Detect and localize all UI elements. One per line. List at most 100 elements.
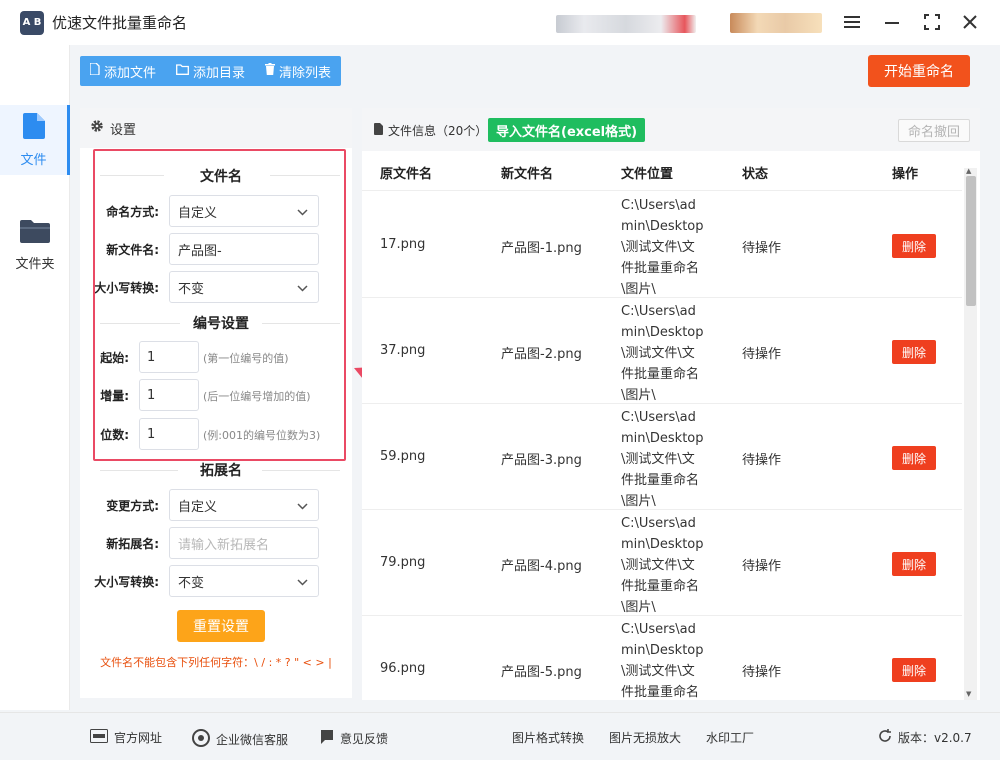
column-new-name: 新文件名 — [501, 167, 554, 182]
scrollbar-thumb[interactable] — [966, 176, 976, 306]
file-info-panel: 文件信息（20个） 导入文件名(excel格式) 命名撤回 原文件名 新文件名 … — [362, 108, 980, 700]
undo-rename-button[interactable]: 命名撤回 — [898, 119, 970, 142]
start-rename-button[interactable]: 开始重命名 — [868, 55, 970, 87]
column-original-name: 原文件名 — [380, 167, 433, 182]
status-text: 待操作 — [742, 665, 782, 680]
file-location-line: \测试文件\文 — [621, 558, 695, 573]
file-location: C:\Users\ad min\Desktop \测试文件\文 件批量重命名 \图片\ — [621, 195, 711, 300]
change-mode-select[interactable]: 自定义 — [169, 489, 319, 521]
file-location-line: min\Desktop — [621, 431, 704, 446]
file-location: C:\Users\ad min\Desktop \测试文件\文 件批量重命名 \图片\ — [621, 513, 711, 618]
close-icon[interactable] — [958, 10, 982, 34]
file-info-header: 文件信息（20个） 导入文件名(excel格式) 命名撤回 — [362, 108, 980, 151]
minimize-icon[interactable] — [880, 10, 904, 34]
settings-header: 设置 — [80, 108, 352, 148]
new-extension-input[interactable]: 请输入新拓展名 — [169, 527, 319, 559]
wechat-support-link[interactable]: 企业微信客服 — [192, 729, 288, 750]
file-location-line: \测试文件\文 — [621, 240, 695, 255]
website-link[interactable]: 官方网址 — [90, 729, 162, 746]
nav-item-folder[interactable]: 文件夹 — [0, 210, 70, 280]
watermark-link[interactable]: 水印工厂 — [706, 729, 754, 746]
original-filename: 17.png — [380, 237, 426, 252]
file-location-line: C:\Users\ad — [621, 516, 696, 531]
menu-icon[interactable] — [840, 10, 864, 34]
table-row: 37.png 产品图-2.png C:\Users\ad min\Desktop \测试… — [362, 298, 962, 404]
file-location-line: min\Desktop — [621, 219, 704, 234]
chevron-down-icon — [297, 575, 308, 590]
new-filename: 产品图-5.png — [501, 665, 582, 680]
feedback-icon — [320, 729, 334, 748]
chevron-down-icon — [297, 499, 308, 514]
file-location-line: C:\Users\ad — [621, 622, 696, 637]
extension-section-title: 拓展名 — [200, 463, 242, 479]
feedback-link[interactable]: 意见反馈 — [320, 729, 388, 748]
table-scrollbar[interactable]: ▲ ▼ — [964, 167, 977, 700]
column-action: 操作 — [892, 167, 919, 182]
file-location: C:\Users\ad min\Desktop \测试文件\文 件批量重命名 \图片\ — [621, 301, 711, 406]
file-location-line: 件批量重命名 — [621, 685, 700, 700]
blurred-account-badge — [730, 13, 822, 33]
file-location-line: min\Desktop — [621, 325, 704, 340]
file-location: C:\Users\ad min\Desktop \测试文件\文 件批量重命名 — [621, 619, 711, 700]
file-location-line: \测试文件\文 — [621, 664, 695, 679]
extension-case-select[interactable]: 不变 — [169, 565, 319, 597]
delete-button[interactable]: 删除 — [892, 552, 936, 576]
delete-button[interactable]: 删除 — [892, 658, 936, 682]
nav-item-file[interactable]: 文件 — [0, 105, 70, 175]
original-filename: 37.png — [380, 343, 426, 358]
nav-item-label: 文件 — [20, 152, 47, 168]
file-location-line: min\Desktop — [621, 537, 704, 552]
file-location-line: \图片\ — [621, 388, 656, 403]
column-location: 文件位置 — [621, 167, 674, 182]
table-header: 原文件名 新文件名 文件位置 状态 操作 — [362, 151, 962, 191]
column-status: 状态 — [742, 167, 769, 182]
table-row: 96.png 产品图-5.png C:\Users\ad min\Desktop \测试… — [362, 616, 962, 700]
import-excel-button[interactable]: 导入文件名(excel格式) — [488, 118, 646, 142]
app-logo-icon: A B — [20, 10, 44, 35]
scroll-up-icon[interactable]: ▲ — [966, 167, 971, 175]
chat-icon — [192, 729, 210, 750]
table-row: 79.png 产品图-4.png C:\Users\ad min\Desktop \测试… — [362, 510, 962, 616]
original-filename: 96.png — [380, 661, 426, 676]
file-location-line: \测试文件\文 — [621, 346, 695, 361]
trash-icon — [265, 63, 276, 79]
refresh-icon — [878, 729, 892, 746]
delete-button[interactable]: 删除 — [892, 340, 936, 364]
folder-add-icon — [176, 63, 189, 79]
reset-settings-button[interactable]: 重置设置 — [177, 610, 265, 642]
maximize-icon[interactable] — [920, 10, 944, 34]
file-info-title: 文件信息（20个） — [374, 122, 487, 139]
file-location-line: C:\Users\ad — [621, 410, 696, 425]
delete-button[interactable]: 删除 — [892, 234, 936, 258]
add-directory-button[interactable]: 添加目录 — [166, 56, 255, 86]
new-extension-label: 新拓展名: — [106, 537, 159, 551]
document-icon — [374, 123, 384, 138]
scroll-down-icon[interactable]: ▼ — [966, 690, 971, 698]
file-location-line: \测试文件\文 — [621, 452, 695, 467]
footer: 官方网址 企业微信客服 意见反馈 图片格式转换 图片无损放大 水印工厂 版本：v… — [0, 712, 1000, 760]
lossless-upscale-link[interactable]: 图片无损放大 — [609, 729, 681, 746]
file-icon — [22, 112, 45, 143]
file-location-line: \图片\ — [621, 600, 656, 615]
folder-icon — [20, 219, 50, 247]
clear-list-button[interactable]: 清除列表 — [255, 56, 341, 86]
file-location-line: C:\Users\ad — [621, 198, 696, 213]
new-filename: 产品图-3.png — [501, 453, 582, 468]
left-nav: 文件 文件夹 — [0, 45, 70, 710]
file-location-line: 件批量重命名 — [621, 579, 700, 594]
app-title: 优速文件批量重命名 — [52, 14, 188, 32]
file-location-line: 件批量重命名 — [621, 473, 700, 488]
change-mode-label: 变更方式: — [106, 499, 159, 513]
file-table-body: 17.png 产品图-1.png C:\Users\ad min\Desktop \测试… — [362, 192, 962, 700]
original-filename: 79.png — [380, 555, 426, 570]
nav-item-label: 文件夹 — [15, 256, 55, 272]
website-icon — [90, 729, 108, 746]
file-location-line: min\Desktop — [621, 643, 704, 658]
add-file-button[interactable]: 添加文件 — [80, 56, 166, 86]
extension-case-label: 大小写转换: — [94, 575, 159, 589]
delete-button[interactable]: 删除 — [892, 446, 936, 470]
version-info[interactable]: 版本：v2.0.7 — [878, 729, 972, 746]
status-text: 待操作 — [742, 559, 782, 574]
title-bar: A B 优速文件批量重命名 — [0, 0, 1000, 45]
format-convert-link[interactable]: 图片格式转换 — [512, 729, 584, 746]
